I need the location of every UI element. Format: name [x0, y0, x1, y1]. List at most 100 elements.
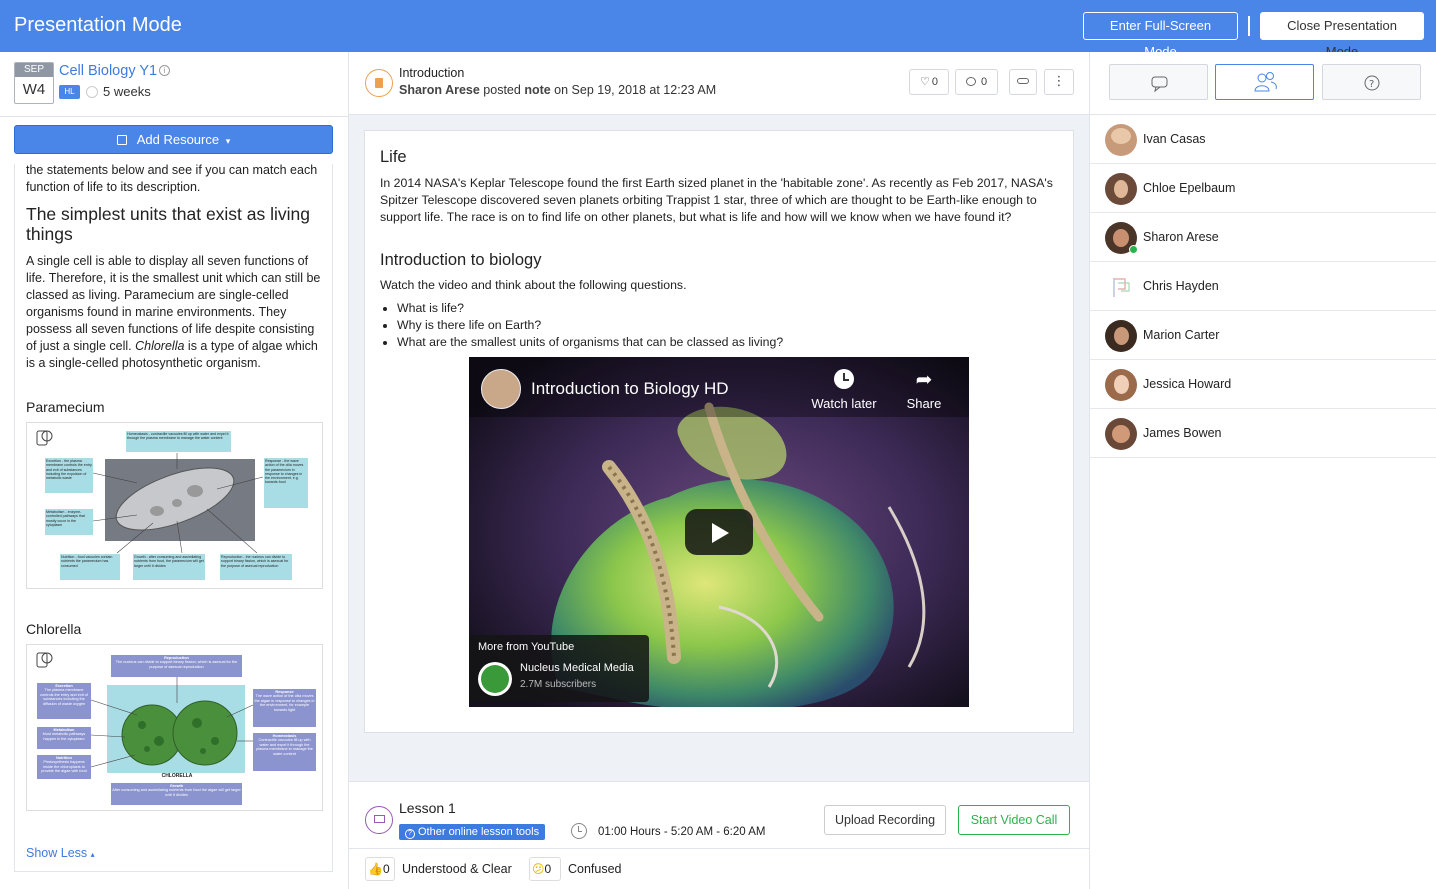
content-paragraph: In 2014 NASA's Keplar Telescope found th…: [380, 176, 1053, 224]
participant-row[interactable]: Ivan Casas: [1090, 115, 1436, 164]
main-content-panel: Introduction Sharon Arese posted note on…: [349, 52, 1089, 889]
chlorella-label: CHLORELLA: [161, 773, 193, 779]
svg-text:?: ?: [1369, 79, 1374, 90]
avatar: [1105, 320, 1137, 352]
resource-content-card: the statements below and see if you can …: [14, 164, 333, 872]
post-author[interactable]: Sharon Arese: [399, 83, 480, 97]
online-tools-button[interactable]: ? Other online lesson tools: [399, 824, 546, 840]
chlorella-heading: Chlorella: [26, 621, 82, 637]
understood-label: Understood & Clear: [402, 862, 512, 876]
watch-later-label: Watch later: [811, 396, 877, 411]
tab-chat[interactable]: [1109, 64, 1208, 100]
divider: [0, 116, 348, 117]
question-circle-icon: ?: [1364, 75, 1380, 91]
course-title-link[interactable]: Cell Biology Y1: [59, 63, 157, 79]
share-icon: ➦: [915, 369, 933, 391]
list-item: What are the smallest units of organisms…: [397, 334, 783, 351]
participant-row[interactable]: James Bowen: [1090, 409, 1436, 458]
lesson-bar: Lesson 1 ? Other online lesson tools 01:0…: [349, 781, 1089, 848]
like-button[interactable]: ♡ 0: [909, 69, 949, 95]
channel-name: Nucleus Medical Media: [520, 662, 634, 674]
divider: [1248, 16, 1250, 36]
upload-recording-button[interactable]: Upload Recording: [824, 805, 946, 835]
presentation-icon: [365, 806, 393, 834]
comment-count: 0: [980, 76, 988, 88]
metabolism-box: Metabolism Most metabolic pathways happen…: [37, 727, 91, 749]
understood-reaction-button[interactable]: 👍0: [365, 857, 395, 881]
online-status-indicator: [1129, 245, 1138, 254]
participant-name: Marion Carter: [1143, 328, 1220, 342]
watch-later-button[interactable]: Watch later: [804, 369, 884, 411]
play-button[interactable]: [685, 509, 753, 555]
avatar: [1105, 173, 1137, 205]
content-card: Life In 2014 NASA's Keplar Telescope fou…: [364, 130, 1074, 733]
chlorella-diagram: Reproduction The nucleus can divide to su…: [26, 644, 323, 811]
chevron-down-icon: ▾: [225, 136, 231, 146]
intro-text: the statements below and see if you can …: [26, 164, 318, 194]
reaction-bar: 👍0 Understood & Clear 😕0 Confused: [349, 848, 1089, 889]
post-meta: Sharon Arese posted note on Sep 19, 2018…: [399, 83, 717, 97]
help-icon: ?: [405, 829, 415, 839]
nutrition-label: Nutrition - food vacuoles contain nutrie…: [60, 554, 120, 580]
play-icon: [712, 523, 729, 543]
channel-avatar[interactable]: [481, 369, 521, 409]
list-item: What is life?: [397, 300, 783, 317]
comment-icon: [965, 77, 976, 86]
confused-face-icon: 😕: [532, 862, 545, 876]
heart-icon: ♡: [920, 76, 930, 88]
right-panel: ? Ivan Casas Chloe Epelbaum Sharon Arese…: [1089, 52, 1436, 889]
week-calendar-badge: SEP W4: [14, 62, 54, 104]
growth-label: Growth - after consuming and assimilatin…: [133, 554, 205, 580]
video-title[interactable]: Introduction to Biology HD: [531, 379, 729, 399]
excretion-box: Excretion The plasma membrane controls th…: [37, 683, 91, 719]
chat-icon: [1151, 76, 1168, 93]
share-button[interactable]: ➦ Share: [894, 369, 954, 411]
link-button[interactable]: [1009, 69, 1037, 95]
enter-fullscreen-button[interactable]: Enter Full-Screen Mode: [1083, 12, 1238, 59]
paramecium-diagram: Homeostasis - contractile vacuoles fill …: [26, 422, 323, 589]
confused-label: Confused: [568, 862, 622, 876]
reproduction-label: Reproduction - the nucleus can divide to…: [220, 554, 292, 580]
homeostasis-label: Homeostasis - contractile vacuoles fill …: [126, 431, 231, 452]
more-options-button[interactable]: ⋮: [1044, 69, 1074, 95]
week-label: W4: [22, 81, 46, 98]
more-from-label: More from YouTube: [478, 641, 575, 653]
course-duration: 5 weeks: [103, 84, 151, 99]
video-player[interactable]: Introduction to Biology HD Watch later ➦…: [469, 357, 969, 707]
participant-row[interactable]: Chris Hayden: [1090, 262, 1436, 311]
comment-button[interactable]: 0: [955, 69, 998, 95]
homeostasis-box: Homeostasis Contractile vacuoles fill up …: [253, 733, 316, 771]
post-header: Introduction Sharon Arese posted note on…: [349, 52, 1089, 115]
avatar: [1105, 418, 1137, 450]
add-resource-label: Add Resource: [136, 132, 220, 147]
more-from-youtube-panel[interactable]: More from YouTube Nucleus Medical Media …: [469, 635, 649, 702]
question-list: What is life? Why is there life on Earth…: [380, 300, 783, 351]
confused-reaction-button[interactable]: 😕0: [529, 857, 561, 881]
tab-participants[interactable]: [1215, 64, 1314, 100]
post-title: Introduction: [399, 66, 465, 80]
clock-icon: [834, 369, 854, 389]
participant-name: Ivan Casas: [1143, 132, 1206, 146]
close-presentation-button[interactable]: Close Presentation Mode: [1260, 12, 1424, 59]
participant-row[interactable]: Sharon Arese: [1090, 213, 1436, 262]
info-icon[interactable]: i: [159, 65, 170, 76]
content-heading-life: Life: [380, 148, 407, 166]
excretion-label: Excretion - the plasma membrane controls…: [45, 458, 93, 493]
content-instructions: Watch the video and think about the foll…: [380, 278, 687, 292]
participant-row[interactable]: Marion Carter: [1090, 311, 1436, 360]
content-heading-intro: Introduction to biology: [380, 251, 542, 269]
nutrition-box: Nutrition Photosynthesis happens inside t…: [37, 755, 91, 779]
add-resource-button[interactable]: Add Resource ▾: [14, 125, 333, 154]
show-less-link[interactable]: Show Less ▴: [26, 846, 95, 860]
participant-name: Sharon Arese: [1143, 230, 1219, 244]
channel-logo: [478, 662, 512, 696]
tab-help[interactable]: ?: [1322, 64, 1421, 100]
share-label: Share: [906, 396, 942, 411]
participant-row[interactable]: Jessica Howard: [1090, 360, 1436, 409]
copy-icon: [116, 135, 127, 145]
start-video-call-button[interactable]: Start Video Call: [958, 805, 1070, 835]
avatar: [1105, 369, 1137, 401]
kebab-icon: ⋮: [1052, 73, 1066, 88]
participant-row[interactable]: Chloe Epelbaum: [1090, 164, 1436, 213]
participant-name: Chloe Epelbaum: [1143, 181, 1236, 195]
